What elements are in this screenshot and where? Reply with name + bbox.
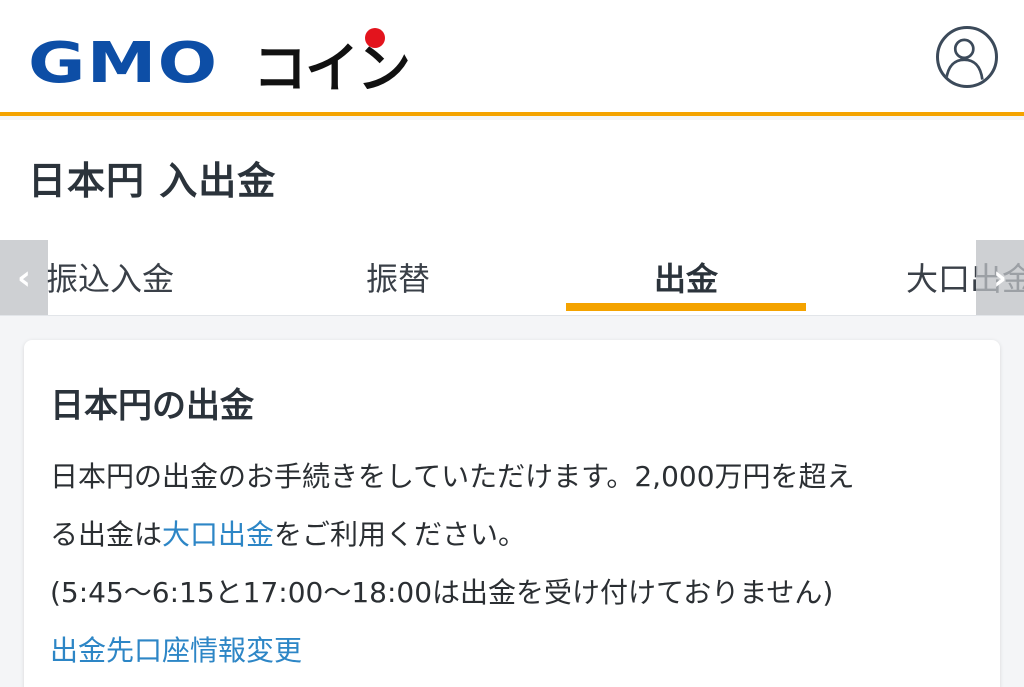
tab-scroll-left-button[interactable]: ‹ [0, 240, 48, 315]
withdrawal-card: 日本円の出金 日本円の出金のお手続きをしていただけます。2,000万円を超え る… [24, 340, 1000, 687]
change-withdrawal-account-link[interactable]: 出金先口座情報変更 [50, 634, 302, 667]
chevron-left-icon: ‹ [16, 258, 31, 298]
tab-withdrawal[interactable]: 出金 [654, 254, 718, 300]
logo-red-dot [365, 28, 385, 48]
app-header: GMO コイン [0, 0, 1024, 116]
service-hours-note: (5:45〜6:15と17:00〜18:00は出金を受け付けておりません) [50, 576, 834, 609]
large-withdrawal-link[interactable]: 大口出金 [162, 518, 274, 551]
active-tab-indicator [566, 303, 806, 311]
title-area: 日本円 入出金 [0, 120, 1024, 240]
user-icon [944, 38, 984, 80]
description-line-2: る出金は大口出金をご利用ください。 [50, 506, 980, 564]
tab-scroll-right-button[interactable]: › [976, 240, 1024, 315]
card-description: 日本円の出金のお手続きをしていただけます。2,000万円を超え る出金は大口出金… [50, 448, 980, 680]
card-title: 日本円の出金 [50, 386, 254, 426]
page-title: 日本円 入出金 [28, 159, 277, 203]
tab-transfer[interactable]: 振替 [366, 254, 430, 300]
chevron-right-icon: › [992, 258, 1007, 298]
gmo-coin-logo[interactable]: GMO コイン [28, 24, 411, 103]
description-line-1: 日本円の出金のお手続きをしていただけます。2,000万円を超え [50, 460, 855, 493]
tab-bar: 振込入金 振替 出金 大口出金 ‹ › [0, 240, 1024, 316]
logo-coin-text: コイン [253, 24, 411, 103]
tab-bank-transfer-deposit[interactable]: 振込入金 [46, 254, 174, 300]
logo-coin-label: コイン [253, 37, 411, 100]
user-account-button[interactable] [936, 26, 998, 88]
description-line-2-pre: る出金は [50, 518, 163, 551]
description-line-2-post: をご利用ください。 [274, 518, 527, 551]
